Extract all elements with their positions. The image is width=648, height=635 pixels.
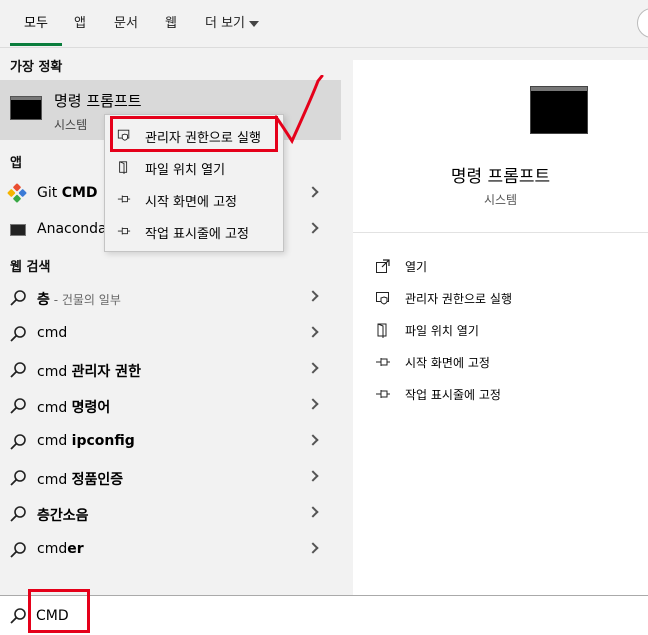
web-result-item[interactable]: cmd 명령어 (0, 388, 341, 424)
menu-item-pin-to-taskbar[interactable]: 작업 표시줄에 고정 (105, 215, 283, 247)
preview-title: 명령 프롬프트 (450, 167, 551, 187)
search-icon (10, 290, 26, 306)
search-icon (10, 398, 26, 414)
file-location-icon (119, 161, 128, 174)
web-result-label: cmd 명령어 (37, 400, 111, 416)
git-icon (7, 183, 27, 203)
chevron-right-icon[interactable] (307, 542, 319, 554)
chevron-down-icon (249, 20, 260, 27)
tab-web[interactable]: 웹 (165, 12, 177, 31)
tab-more-label: 더 보기 (205, 16, 246, 31)
command-prompt-icon (530, 86, 588, 134)
web-result-item[interactable]: cmd 정품인증 (0, 460, 341, 496)
divider (353, 232, 648, 233)
chevron-right-icon[interactable] (307, 398, 319, 410)
anaconda-prompt-icon (10, 224, 26, 236)
command-prompt-icon (10, 96, 42, 120)
best-match-subtitle: 시스템 (54, 118, 88, 132)
chevron-right-icon[interactable] (307, 290, 319, 302)
search-icon (10, 506, 26, 522)
annotation-highlight-query (28, 589, 90, 633)
chevron-right-icon[interactable] (307, 470, 319, 482)
pin-icon (117, 227, 131, 235)
file-location-icon (377, 323, 387, 338)
web-result-label: cmd ipconfig (37, 433, 135, 449)
search-icon (10, 326, 26, 342)
pin-icon (376, 358, 390, 366)
tab-documents[interactable]: 문서 (114, 12, 138, 31)
action-pin-to-start[interactable]: 시작 화면에 고정 (353, 347, 648, 377)
search-icon (10, 434, 26, 450)
avatar[interactable] (637, 8, 648, 38)
action-open[interactable]: 열기 (353, 251, 648, 281)
search-icon (10, 470, 26, 486)
web-result-item[interactable]: cmd (0, 316, 341, 352)
web-result-label: cmd (37, 325, 68, 341)
chevron-right-icon[interactable] (307, 326, 319, 338)
action-pin-to-taskbar[interactable]: 작업 표시줄에 고정 (353, 379, 648, 409)
section-web-search: 웹 검색 (10, 260, 51, 275)
action-run-as-admin[interactable]: 관리자 권한으로 실행 (353, 283, 648, 313)
pin-icon (117, 195, 131, 203)
tab-all[interactable]: 모두 (24, 12, 48, 31)
action-open-file-location[interactable]: 파일 위치 열기 (353, 315, 648, 345)
web-result-item[interactable]: cmd ipconfig (0, 424, 341, 460)
section-apps: 앱 (10, 156, 22, 171)
web-result-label: 층 - 건물의 일부 (37, 292, 121, 308)
chevron-right-icon[interactable] (307, 506, 319, 518)
web-result-item[interactable]: cmder (0, 532, 341, 568)
app-item-label: Git CMD (37, 185, 98, 201)
web-result-item[interactable]: 층간소음 (0, 496, 341, 532)
menu-item-pin-to-start[interactable]: 시작 화면에 고정 (105, 183, 283, 215)
web-result-label: cmd 관리자 권한 (37, 364, 141, 380)
search-icon (10, 362, 26, 378)
active-tab-indicator (10, 43, 62, 46)
best-match-title: 명령 프롬프트 (54, 92, 142, 110)
search-bar[interactable]: CMD (0, 595, 648, 635)
app-item-label: Anaconda (37, 221, 107, 237)
web-result-item[interactable]: cmd 관리자 권한 (0, 352, 341, 388)
web-result-label: cmder (37, 541, 84, 557)
section-best-match: 가장 정확 (10, 60, 63, 75)
chevron-right-icon[interactable] (307, 186, 319, 198)
search-icon (10, 542, 26, 558)
pin-icon (376, 390, 390, 398)
menu-item-open-file-location[interactable]: 파일 위치 열기 (105, 151, 283, 183)
tab-more[interactable]: 더 보기 (205, 12, 260, 31)
shield-icon (376, 292, 389, 305)
web-result-label: 층간소음 (37, 508, 89, 524)
preview-pane: 명령 프롬프트 시스템 열기 관리자 권한으로 실행 파일 위치 열기 시작 화… (353, 60, 648, 595)
open-icon (376, 259, 390, 273)
search-icon (10, 608, 26, 624)
chevron-right-icon[interactable] (307, 434, 319, 446)
preview-subtitle: 시스템 (483, 193, 518, 207)
web-result-label: cmd 정품인증 (37, 472, 124, 488)
web-result-item[interactable]: 층 - 건물의 일부 (0, 280, 341, 316)
tab-apps[interactable]: 앱 (74, 12, 86, 31)
checkmark-annotation-icon (274, 75, 324, 145)
chevron-right-icon[interactable] (307, 222, 319, 234)
filter-tabs: 모두 앱 문서 웹 더 보기 (0, 0, 648, 48)
annotation-highlight-run-as-admin (110, 116, 278, 152)
chevron-right-icon[interactable] (307, 362, 319, 374)
